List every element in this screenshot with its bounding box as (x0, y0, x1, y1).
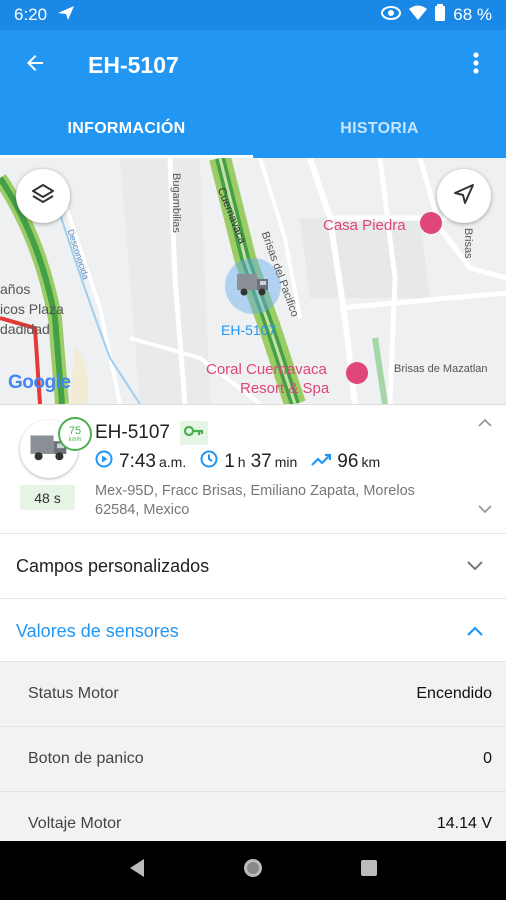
map-label-left-1: años (0, 281, 31, 297)
page-title: EH-5107 (88, 51, 179, 78)
recents-square-icon[interactable] (360, 859, 378, 882)
sensor-row: Boton de panico 0 (0, 726, 506, 791)
map-label-brisas-mazatlan: Brisas de Mazatlan (394, 363, 488, 375)
sensor-label: Voltaje Motor (28, 815, 122, 832)
truck-icon (236, 271, 270, 302)
sensor-label: Status Motor (28, 685, 119, 702)
layers-button[interactable] (16, 169, 70, 223)
navigate-button[interactable] (437, 169, 491, 223)
trip-stats: 7:43 a.m. 1 h 37 min 96 km (95, 450, 394, 474)
stat-time-value: 7:43 (119, 451, 156, 472)
status-time: 6:20 (14, 5, 48, 24)
stat-duration: 1 h 37 min (200, 450, 297, 474)
eye-icon (381, 5, 402, 25)
map-label-coral-2: Resort & Spa (240, 380, 330, 397)
map-view[interactable]: EH-5107 Casa Piedra Coral Cuernavaca Res… (0, 158, 506, 404)
map-label-left-2: icos Plaza (0, 301, 64, 317)
sensor-value: 14.14 V (436, 815, 492, 832)
speed-badge: 75 km/h (58, 417, 92, 451)
map-label-bugambilias: Bugambilias (170, 173, 182, 233)
chevron-down-icon (466, 556, 484, 577)
send-icon (57, 5, 75, 26)
home-circle-icon[interactable] (242, 857, 264, 884)
sensor-value: Encendido (416, 685, 492, 702)
ignition-badge (180, 421, 208, 445)
more-vertical-icon (473, 51, 479, 79)
sensor-values-header[interactable]: Valores de sensores (0, 598, 506, 663)
stat-time: 7:43 a.m. (95, 450, 186, 474)
status-bar: 6:20 68 % (0, 0, 506, 30)
custom-fields-label: Campos personalizados (16, 555, 210, 576)
app-bar: EH-5107 (0, 30, 506, 100)
stat-duration-minutes: 37 (250, 451, 272, 472)
tab-informacion[interactable]: INFORMACIÓN (0, 100, 253, 158)
stat-duration-minutes-unit: min (274, 454, 298, 470)
vehicle-name: EH-5107 (95, 422, 170, 443)
battery-percent: 68 % (453, 5, 492, 24)
map-label-left-3: dadidad (0, 321, 50, 337)
google-logo: Google (8, 372, 71, 393)
stat-distance-unit: km (361, 454, 381, 470)
custom-fields-header[interactable]: Campos personalizados (0, 533, 506, 598)
speed-unit: km/h (68, 436, 82, 443)
tab-historia[interactable]: HISTORIA (253, 100, 506, 158)
sensor-value: 0 (483, 750, 492, 767)
wifi-icon (409, 5, 428, 26)
sensor-values-label: Valores de sensores (16, 620, 179, 641)
stat-distance-value: 96 (337, 451, 359, 472)
map-label-casa-piedra: Casa Piedra (323, 217, 406, 234)
trend-icon (311, 451, 337, 473)
chevron-up-icon (466, 621, 484, 642)
system-nav-bar (0, 841, 506, 900)
stat-duration-hours-unit: h (237, 454, 246, 470)
layers-icon (31, 182, 55, 211)
stat-distance: 96 km (311, 451, 380, 473)
battery-icon (435, 4, 446, 26)
hotel-pin-icon (346, 362, 368, 384)
sensor-row: Status Motor Encendido (0, 661, 506, 726)
hotel-pin-icon (420, 212, 442, 234)
map-label-coral-1: Coral Cuernavaca (206, 361, 327, 378)
chevron-up-icon[interactable] (476, 416, 494, 434)
last-update-badge: 48 s (20, 485, 75, 510)
stat-time-suffix: a.m. (158, 454, 187, 470)
clock-icon (200, 450, 224, 474)
back-triangle-icon[interactable] (128, 858, 146, 883)
more-button[interactable] (446, 30, 506, 100)
chevron-down-icon[interactable] (476, 502, 494, 520)
navigation-arrow-icon (453, 183, 475, 210)
vehicle-address: Mex-95D, Fracc Brisas, Emiliano Zapata, … (95, 483, 415, 518)
sensor-label: Boton de panico (28, 750, 144, 767)
map-label-brisas-right: Brisas (462, 228, 474, 259)
stat-duration-hours: 1 (224, 451, 235, 472)
back-button[interactable] (0, 30, 70, 100)
tab-bar: INFORMACIÓN HISTORIA (0, 100, 506, 158)
map-vehicle-label: EH-5107 (221, 322, 277, 338)
key-icon (183, 424, 204, 442)
speed-value: 75 (68, 424, 82, 437)
play-circle-icon (95, 450, 119, 474)
arrow-left-icon (23, 51, 47, 80)
